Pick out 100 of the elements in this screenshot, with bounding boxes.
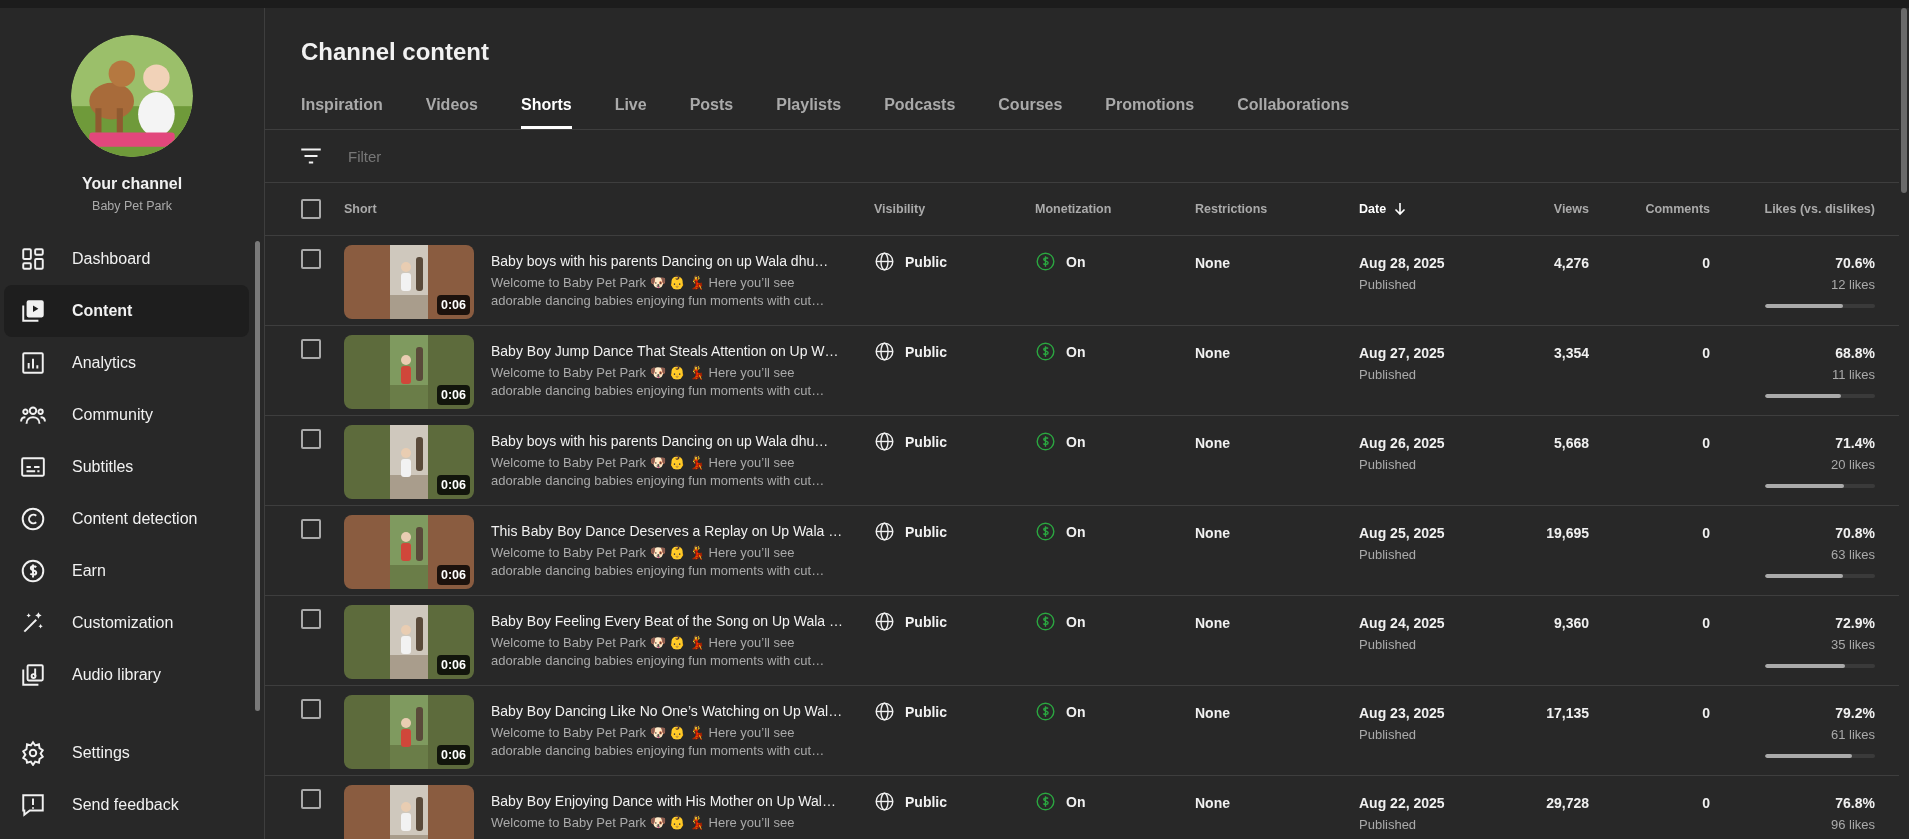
- monetization-label[interactable]: On: [1066, 703, 1086, 720]
- select-all-checkbox[interactable]: [301, 199, 321, 219]
- visibility-label[interactable]: Public: [905, 523, 947, 540]
- tab[interactable]: Videos: [425, 86, 478, 129]
- views-count: 29,728: [1546, 795, 1589, 811]
- status-label: Published: [1359, 817, 1418, 832]
- column-header[interactable]: Visibility: [874, 202, 926, 216]
- status-label: Published: [1359, 367, 1418, 382]
- tab[interactable]: Shorts: [520, 86, 572, 129]
- comments-count: 0: [1702, 795, 1710, 811]
- nav-item[interactable]: Send feedback: [4, 779, 258, 831]
- duration-badge: 0:06: [436, 655, 470, 675]
- nav-item[interactable]: Settings: [4, 727, 258, 779]
- row-checkbox[interactable]: [301, 429, 321, 449]
- row-checkbox[interactable]: [301, 339, 321, 359]
- row-checkbox[interactable]: [301, 609, 321, 629]
- nav-item[interactable]: Earn: [4, 545, 249, 597]
- views-count: 9,360: [1553, 615, 1589, 631]
- video-description: adorable dancing babies enjoying fun moments with cut…: [491, 562, 826, 580]
- video-description: Welcome to Baby Pet Park 🐶 👶 💃 Here you’ll see: [491, 814, 796, 832]
- duration-badge: 0:06: [436, 295, 470, 315]
- page-title: Channel content: [301, 38, 490, 66]
- likes-percent: 71.4%: [1835, 435, 1875, 451]
- restrictions-label: None: [1195, 525, 1230, 541]
- status-label: Published: [1359, 727, 1418, 742]
- video-description: adorable dancing babies enjoying fun moments with cut…: [491, 472, 826, 490]
- comments-count: 0: [1702, 615, 1710, 631]
- date-label: Aug 26, 2025: [1359, 435, 1446, 451]
- date-label: Aug 25, 2025: [1359, 525, 1446, 541]
- monetization-label[interactable]: On: [1066, 613, 1086, 630]
- likes-count: 61 likes: [1830, 727, 1875, 742]
- likes-count: 11 likes: [1831, 367, 1875, 382]
- monetization-label[interactable]: On: [1066, 433, 1086, 450]
- video-title[interactable]: Baby boys with his parents Dancing on up Wala dhu…: [491, 433, 829, 449]
- column-header[interactable]: Short: [344, 202, 377, 216]
- duration-badge: 0:06: [436, 475, 470, 495]
- restrictions-label: None: [1195, 705, 1230, 721]
- scrollbar-thumb[interactable]: [1901, 8, 1907, 193]
- row-checkbox[interactable]: [301, 789, 321, 809]
- row-checkbox[interactable]: [301, 249, 321, 269]
- dollar-icon: [1035, 701, 1056, 722]
- tab[interactable]: Promotions: [1105, 86, 1195, 129]
- tab[interactable]: Live: [614, 86, 647, 129]
- column-header[interactable]: Comments: [1645, 202, 1710, 216]
- visibility-label[interactable]: Public: [905, 433, 947, 450]
- column-header[interactable]: Likes (vs. dislikes): [1764, 202, 1875, 216]
- channel-title: Your channel: [81, 175, 183, 193]
- column-header[interactable]: Monetization: [1035, 202, 1112, 216]
- globe-icon: [874, 611, 895, 632]
- monetization-label[interactable]: On: [1066, 523, 1086, 540]
- tab[interactable]: Collaborations: [1237, 86, 1350, 129]
- video-description: adorable dancing babies enjoying fun moments with cut…: [491, 652, 826, 670]
- video-title[interactable]: Baby Boy Dancing Like No One’s Watching on Up Wal…: [491, 703, 843, 719]
- tab[interactable]: Inspiration: [301, 86, 383, 129]
- comments-count: 0: [1702, 525, 1710, 541]
- nav-item[interactable]: Audio library: [4, 649, 249, 701]
- date-label: Aug 23, 2025: [1359, 705, 1446, 721]
- visibility-label[interactable]: Public: [905, 793, 947, 810]
- visibility-label[interactable]: Public: [905, 343, 947, 360]
- nav-item[interactable]: Analytics: [4, 337, 249, 389]
- nav-item[interactable]: Customization: [4, 597, 249, 649]
- video-title[interactable]: This Baby Boy Dance Deserves a Replay on Up Wala …: [491, 523, 843, 539]
- video-description: Welcome to Baby Pet Park 🐶 👶 💃 Here you’ll see: [491, 724, 796, 742]
- column-header[interactable]: Date: [1359, 202, 1387, 216]
- tab[interactable]: Playlists: [776, 86, 842, 129]
- column-header[interactable]: Restrictions: [1195, 202, 1268, 216]
- likes-percent: 72.9%: [1835, 615, 1875, 631]
- nav-item[interactable]: Content detection: [4, 493, 249, 545]
- video-title[interactable]: Baby boys with his parents Dancing on up Wala dhu…: [491, 253, 829, 269]
- dollar-icon: [1035, 611, 1056, 632]
- likes-count: 63 likes: [1830, 547, 1875, 562]
- video-title[interactable]: Baby Boy Feeling Every Beat of the Song on Up Wala …: [491, 613, 843, 629]
- nav-item[interactable]: Subtitles: [4, 441, 249, 493]
- monetization-label[interactable]: On: [1066, 793, 1086, 810]
- video-description: Welcome to Baby Pet Park 🐶 👶 💃 Here you’ll see: [491, 454, 796, 472]
- dollar-icon: [1035, 341, 1056, 362]
- tab[interactable]: Podcasts: [884, 86, 956, 129]
- video-title[interactable]: Baby Boy Enjoying Dance with His Mother on Up Wal…: [491, 793, 836, 809]
- likes-percent: 70.6%: [1835, 255, 1875, 271]
- duration-badge: 0:06: [436, 745, 470, 765]
- column-header[interactable]: Views: [1553, 202, 1589, 216]
- filter-field[interactable]: Filter: [346, 146, 650, 166]
- channel-name: Baby Pet Park: [92, 199, 172, 213]
- row-checkbox[interactable]: [301, 519, 321, 539]
- visibility-label[interactable]: Public: [905, 703, 947, 720]
- nav-item[interactable]: Dashboard: [4, 233, 249, 285]
- monetization-label[interactable]: On: [1066, 253, 1086, 270]
- restrictions-label: None: [1195, 615, 1230, 631]
- globe-icon: [874, 791, 895, 812]
- tab[interactable]: Courses: [998, 86, 1063, 129]
- nav-item[interactable]: Content: [4, 285, 249, 337]
- duration-badge: 0:06: [436, 385, 470, 405]
- nav-item[interactable]: Community: [4, 389, 249, 441]
- date-label: Aug 24, 2025: [1359, 615, 1446, 631]
- tab[interactable]: Posts: [689, 86, 734, 129]
- visibility-label[interactable]: Public: [905, 613, 947, 630]
- visibility-label[interactable]: Public: [905, 253, 947, 270]
- row-checkbox[interactable]: [301, 699, 321, 719]
- video-title[interactable]: Baby Boy Jump Dance That Steals Attention on Up W…: [491, 343, 839, 359]
- monetization-label[interactable]: On: [1066, 343, 1086, 360]
